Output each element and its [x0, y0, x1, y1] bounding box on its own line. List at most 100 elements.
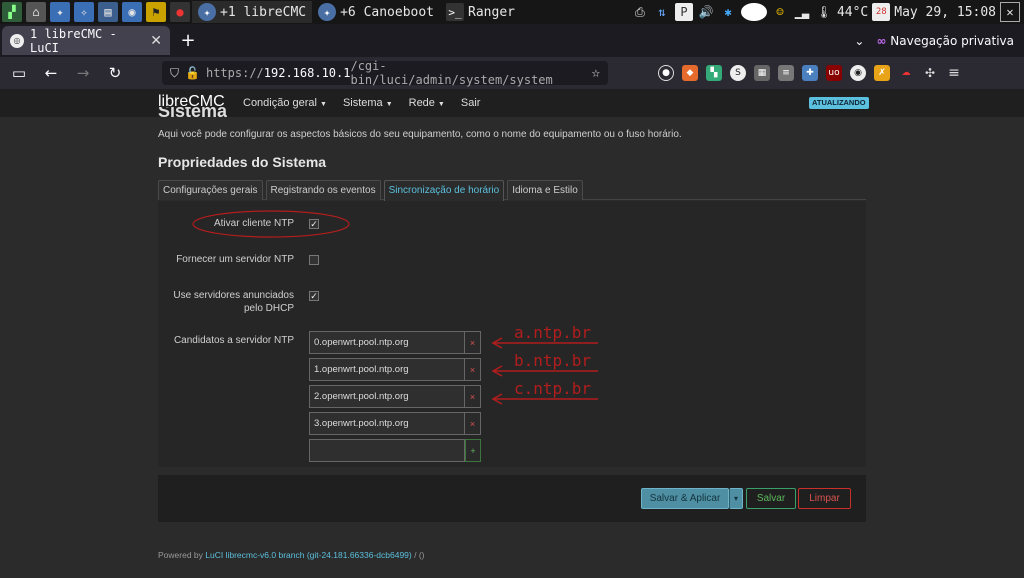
network-icon[interactable] — [741, 3, 767, 21]
list-tabs-chevron-icon[interactable]: ⌄ — [854, 34, 864, 48]
taskbar-window-canoeboot[interactable]: ✦ +6 Canoeboot — [312, 1, 440, 23]
container-extension-icon[interactable]: ≡ — [778, 65, 794, 81]
thermometer-icon: 🌡 — [815, 3, 833, 21]
monitor-launcher-icon[interactable]: ▤ — [98, 2, 118, 22]
ntp-server-input[interactable]: 2.openwrt.pool.ntp.org — [309, 385, 465, 408]
dhcp-ntp-label-line1: Use servidores anunciados — [173, 290, 294, 301]
browser-tab[interactable]: ◎ 1 libreCMC - LuCI ✕ — [2, 26, 170, 55]
ntp-server-input[interactable]: 0.openwrt.pool.ntp.org — [309, 331, 465, 354]
add-server-button[interactable]: + — [465, 439, 481, 462]
luci-header: libreCMC Condição geral▼ Sistema▼ Rede▼ … — [0, 89, 1024, 117]
ntp-server-input[interactable]: 3.openwrt.pool.ntp.org — [309, 412, 465, 435]
cpu-graph-icon[interactable]: ▁▃ — [793, 3, 811, 21]
close-window-icon[interactable]: ✕ — [1000, 2, 1020, 22]
tab-language-style[interactable]: Idioma e Estilo — [507, 180, 583, 200]
save-button[interactable]: Salvar — [746, 488, 796, 509]
app-menu-icon[interactable]: ▞ — [2, 2, 22, 22]
ntp-server-input[interactable]: 1.openwrt.pool.ntp.org — [309, 358, 465, 381]
back-button[interactable]: ← — [38, 60, 64, 86]
dhcp-ntp-checkbox[interactable]: ✓ — [309, 291, 319, 301]
enable-ntp-label: Ativar cliente NTP — [214, 217, 294, 230]
private-browsing-label: Navegação privativa — [890, 34, 1014, 48]
forward-button[interactable]: → — [70, 60, 96, 86]
provide-ntp-label: Fornecer um servidor NTP — [176, 253, 294, 266]
settings-launcher-icon[interactable]: ◉ — [122, 2, 142, 22]
translate-extension-icon[interactable]: ✗ — [874, 65, 890, 81]
browser-tabbar: ◎ 1 libreCMC - LuCI ✕ + ⌄ ∞ Navegação pr… — [0, 24, 1024, 57]
cloud-extension-icon[interactable]: ☁ — [898, 65, 914, 81]
clipboard-icon[interactable]: P — [675, 3, 693, 21]
taskbar-window-ranger[interactable]: >_ Ranger — [440, 1, 521, 23]
tab-logging[interactable]: Registrando os eventos — [266, 180, 381, 200]
home-icon[interactable]: ⌂ — [26, 2, 46, 22]
tab-title: 1 libreCMC - LuCI — [30, 27, 144, 55]
printer-icon[interactable]: ⎙ — [631, 3, 649, 21]
ublock-icon[interactable]: uo — [826, 65, 842, 81]
menu-system[interactable]: Sistema▼ — [343, 97, 393, 109]
save-apply-button[interactable]: Salvar & Aplicar — [641, 488, 729, 509]
menu-logout[interactable]: Sair — [461, 97, 481, 109]
form-actions: Salvar & Aplicar ▾ Salvar Limpar — [158, 475, 866, 522]
reset-button[interactable]: Limpar — [798, 488, 851, 509]
clock[interactable]: May 29, 15:08 — [894, 5, 996, 20]
s-extension-icon[interactable]: S — [730, 65, 746, 81]
puzzle-extension-icon[interactable]: ✚ — [802, 65, 818, 81]
menu-network[interactable]: Rede▼ — [409, 97, 445, 109]
page-title: Sistema — [158, 107, 227, 119]
ntp-server-new-row: + — [309, 439, 481, 462]
tab-time-sync[interactable]: Sincronização de horário — [384, 180, 505, 201]
close-tab-icon[interactable]: ✕ — [150, 33, 162, 49]
network-launcher-icon[interactable]: ✧ — [74, 2, 94, 22]
remove-server-button[interactable]: × — [465, 331, 481, 354]
tab-general-settings[interactable]: Configurações gerais — [158, 180, 263, 200]
footer-luci-link[interactable]: LuCI librecmc-v6.0 branch (git-24.181.66… — [205, 550, 411, 560]
game-launcher-icon[interactable]: ⚑ — [146, 2, 166, 22]
record-launcher-icon[interactable]: ● — [170, 2, 190, 22]
dhcp-ntp-label: Use servidores anunciados pelo DHCP — [173, 289, 294, 315]
lock-icon[interactable]: 🔓 — [185, 66, 200, 80]
hamburger-menu-icon[interactable]: ≡ — [946, 65, 962, 81]
footer-suffix: / () — [412, 550, 425, 560]
remove-server-button[interactable]: × — [465, 385, 481, 408]
settings-tabs: Configurações gerais Registrando os even… — [158, 180, 866, 200]
taskbar-window-label: Ranger — [468, 5, 515, 20]
blocks-extension-icon[interactable]: ▚ — [706, 65, 722, 81]
bluetooth-icon[interactable]: ✱ — [719, 3, 737, 21]
eye-extension-icon[interactable]: ◉ — [850, 65, 866, 81]
new-tab-button[interactable]: + — [174, 27, 202, 55]
os-taskbar: ▞ ⌂ ✦ ✧ ▤ ◉ ⚑ ● ✦ +1 libreCMC ✦ +6 Canoe… — [0, 0, 1024, 24]
sidebar-toggle-icon[interactable]: ▭ — [6, 60, 32, 86]
ntp-server-row: 2.openwrt.pool.ntp.org × — [309, 385, 481, 408]
url-scheme: https:// — [206, 66, 264, 80]
reload-button[interactable]: ↻ — [102, 60, 128, 86]
fox-extension-icon[interactable]: ◆ — [682, 65, 698, 81]
volume-icon[interactable]: 🔊 — [697, 3, 715, 21]
document-extension-icon[interactable]: ▦ — [754, 65, 770, 81]
ntp-server-row: 3.openwrt.pool.ntp.org × — [309, 412, 481, 435]
provide-ntp-checkbox[interactable] — [309, 255, 319, 265]
extensions-puzzle-icon[interactable]: ✣ — [922, 65, 938, 81]
remove-server-button[interactable]: × — [465, 412, 481, 435]
terminal-icon: >_ — [446, 3, 464, 21]
remove-server-button[interactable]: × — [465, 358, 481, 381]
calendar-icon[interactable]: 28 — [872, 3, 890, 21]
url-host: 192.168.10.1 — [264, 66, 351, 80]
updates-icon[interactable]: ⇅ — [653, 3, 671, 21]
browser-launcher-icon[interactable]: ✦ — [50, 2, 70, 22]
section-title: Propriedades do Sistema — [158, 154, 326, 170]
bookmark-star-icon[interactable]: ☆ — [592, 65, 600, 81]
browser-window-icon: ✦ — [318, 3, 336, 21]
enable-ntp-checkbox[interactable]: ✓ — [309, 219, 319, 229]
emoji-icon[interactable]: ☺ — [771, 3, 789, 21]
new-ntp-server-input[interactable] — [309, 439, 465, 462]
time-sync-form: Ativar cliente NTP ✓ Fornecer um servido… — [158, 201, 866, 467]
apply-dropdown-button[interactable]: ▾ — [729, 488, 743, 509]
account-icon[interactable]: ● — [658, 65, 674, 81]
shield-icon[interactable]: ⛉ — [170, 66, 179, 81]
ntp-server-row: 0.openwrt.pool.ntp.org × — [309, 331, 481, 354]
menu-status[interactable]: Condição geral▼ — [243, 97, 327, 109]
taskbar-window-label: +6 Canoeboot — [340, 5, 434, 20]
address-bar[interactable]: ⛉ 🔓 https://192.168.10.1/cgi-bin/luci/ad… — [162, 61, 608, 85]
taskbar-window-librecmc[interactable]: ✦ +1 libreCMC — [192, 1, 312, 23]
status-badge: ATUALIZANDO — [809, 97, 869, 109]
